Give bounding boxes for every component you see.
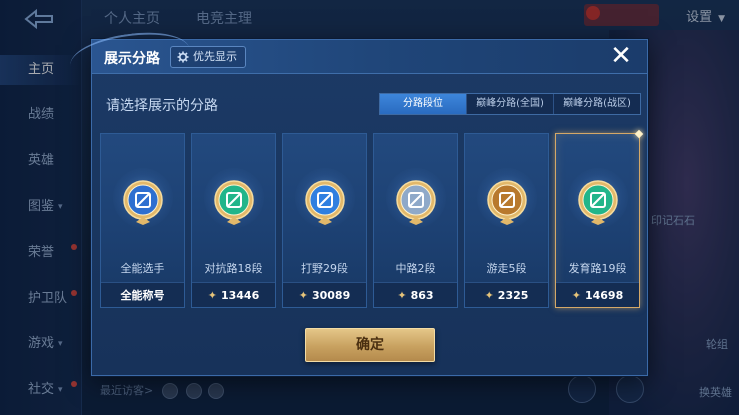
priority-display-button[interactable]: 优先显示 (170, 46, 246, 68)
lane-score-value: 14698 (584, 288, 624, 302)
lane-score: ✦ 13446 (192, 282, 275, 307)
lane-score-value: 全能称号 (120, 289, 165, 302)
lane-rank-label: 发育路19段 (568, 262, 627, 275)
gear-icon (177, 51, 189, 63)
lane-score-value: 2325 (497, 288, 529, 302)
rank-star-icon: ✦ (207, 288, 217, 302)
farm-lane-badge-icon (578, 180, 618, 225)
lane-rank-label: 对抗路18段 (204, 262, 263, 275)
dialog-header: 展示分路 优先显示 ✕ (67, 25, 647, 89)
lane-card[interactable]: 打野29段 ✦ 30089 (282, 133, 367, 308)
lane-rank-label: 中路2段 (395, 262, 436, 275)
tab-lane-rank[interactable]: 分路段位 (380, 94, 467, 114)
lane-rank-label: 全能选手 (120, 262, 165, 275)
tab-peak-national[interactable]: 巅峰分路(全国) (467, 94, 554, 114)
lane-display-dialog: 展示分路 优先显示 ✕ 请选择展示的分路 分路段位 巅峰分路(全国) 巅峰分路(… (67, 25, 648, 376)
rank-star-icon: ✦ (571, 288, 581, 302)
lane-card[interactable]: 发育路19段 ✦ 14698 (555, 129, 644, 308)
lane-card[interactable]: 中路2段 ✦ 863 (373, 133, 458, 308)
lane-score: 全能称号 (101, 282, 184, 307)
lane-score-value: 30089 (311, 288, 351, 302)
confirm-button[interactable]: 确定 (305, 328, 435, 362)
lane-score: ✦ 863 (374, 282, 457, 307)
lane-card[interactable]: 对抗路18段 ✦ 13446 (191, 133, 276, 308)
lane-rank-label: 游走5段 (486, 262, 527, 275)
priority-label: 优先显示 (193, 50, 237, 63)
mid-lane-badge-icon (396, 180, 436, 225)
lane-rank-label: 打野29段 (301, 262, 348, 275)
lane-score: ✦ 14698 (556, 282, 639, 307)
close-icon[interactable]: ✕ (607, 43, 635, 71)
lane-score: ✦ 2325 (465, 282, 548, 307)
lane-card[interactable]: 全能选手 全能称号 (100, 133, 185, 308)
dialog-title: 展示分路 (104, 51, 160, 67)
dialog-subtitle: 请选择展示的分路 (106, 98, 218, 114)
rank-star-icon: ✦ (298, 288, 308, 302)
tab-peak-region[interactable]: 巅峰分路(战区) (554, 94, 640, 114)
all-round-badge-icon (123, 180, 163, 225)
selected-sparkle-icon (634, 129, 644, 139)
clash-lane-badge-icon (214, 180, 254, 225)
lane-cards: 全能选手 全能称号 对抗路18段 ✦ 13446 打野29段 ✦ 30089 中路2段 ✦ 863 游… (100, 129, 644, 308)
lane-score-value: 863 (410, 288, 434, 302)
lane-score: ✦ 30089 (283, 282, 366, 307)
jungle-badge-icon (305, 180, 345, 225)
lane-score-value: 13446 (220, 288, 260, 302)
roam-badge-icon (487, 180, 527, 225)
rank-star-icon: ✦ (397, 288, 407, 302)
rank-star-icon: ✦ (484, 288, 494, 302)
lane-card[interactable]: 游走5段 ✦ 2325 (464, 133, 549, 308)
lane-tabs: 分路段位 巅峰分路(全国) 巅峰分路(战区) (379, 93, 641, 115)
